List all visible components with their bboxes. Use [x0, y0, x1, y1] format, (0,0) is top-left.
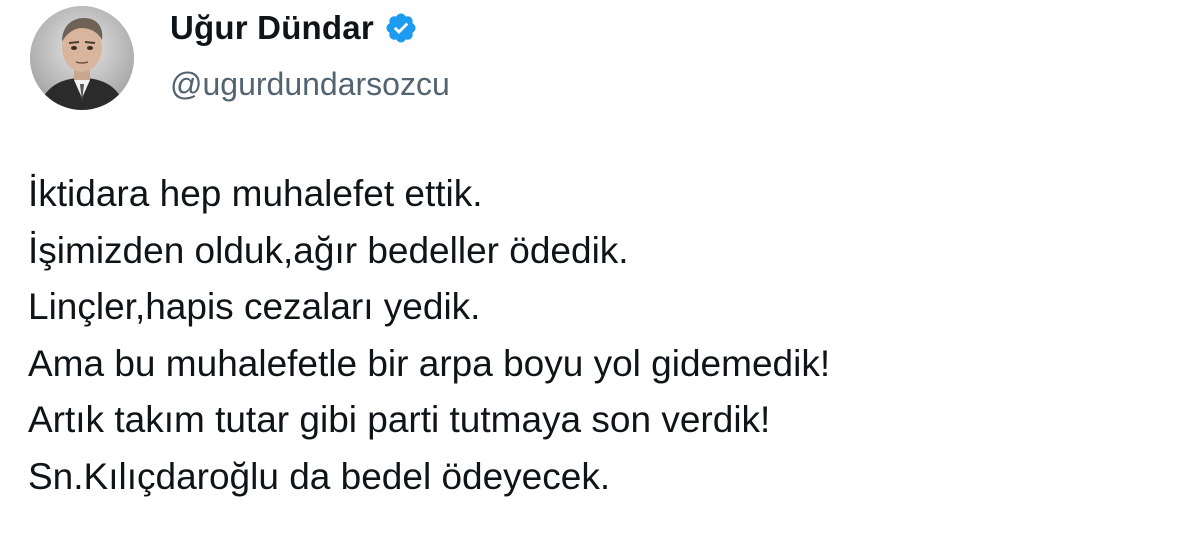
avatar-portrait-image — [30, 6, 134, 110]
tweet-line: Sn.Kılıçdaroğlu da bedel ödeyecek. — [28, 455, 611, 497]
avatar[interactable] — [30, 6, 134, 110]
user-handle[interactable]: @ugurdundarsozcu — [170, 66, 450, 103]
tweet-line: İktidara hep muhalefet ettik. — [28, 173, 483, 214]
name-row: Uğur Dündar — [170, 4, 450, 52]
author-block: Uğur Dündar @ugurdundarsozcu — [170, 4, 450, 103]
tweet-text: İktidara hep muhalefet ettik. İşimizden … — [28, 166, 1178, 505]
display-name[interactable]: Uğur Dündar — [170, 9, 374, 47]
verified-badge-icon[interactable] — [384, 11, 418, 45]
tweet-card: Uğur Dündar @ugurdundarsozcu İktidara he… — [0, 0, 1200, 560]
tweet-line: Ama bu muhalefetle bir arpa boyu yol gid… — [28, 342, 831, 384]
tweet-line: Linçler,hapis cezaları yedik. — [28, 286, 481, 327]
tweet-line: Artık takım tutar gibi parti tutmaya son… — [28, 399, 771, 440]
tweet-line: İşimizden olduk,ağır bedeller ödedik. — [28, 229, 629, 271]
